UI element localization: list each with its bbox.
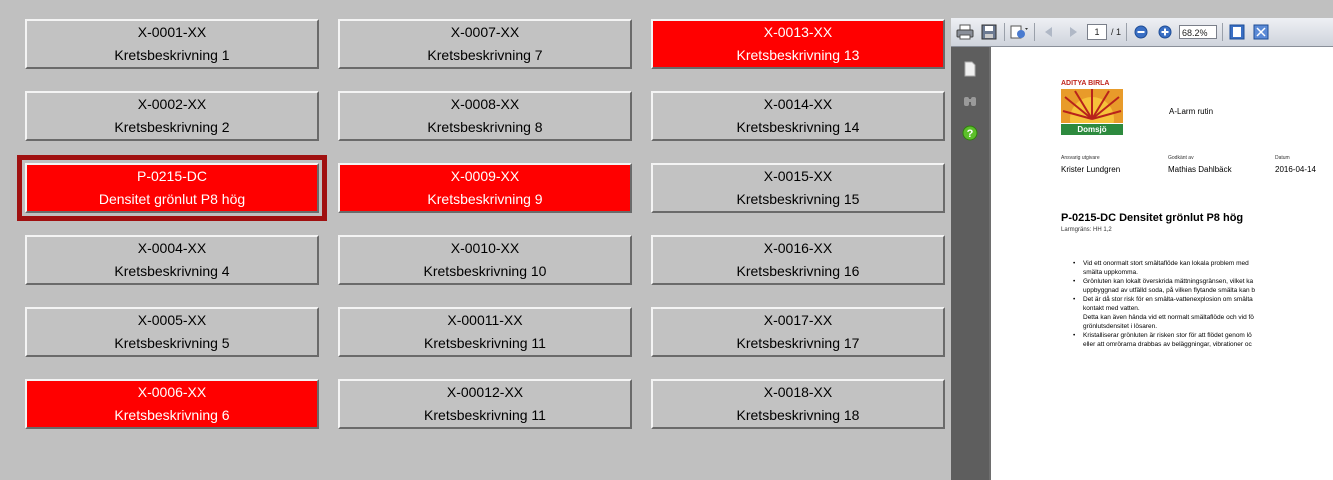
tile-description: Kretsbeskrivning 4 [114, 263, 230, 279]
tile-code: X-0014-XX [763, 96, 833, 112]
export-icon[interactable] [1009, 22, 1029, 42]
tile-description: Kretsbeskrivning 17 [736, 335, 860, 351]
tile-code: X-0008-XX [450, 96, 520, 112]
tile-description: Kretsbeskrivning 18 [736, 407, 860, 423]
tile-description: Kretsbeskrivning 16 [736, 263, 860, 279]
toolbar-separator [1126, 23, 1128, 41]
tile-code: X-0006-XX [137, 384, 207, 400]
tile-description: Kretsbeskrivning 13 [736, 47, 860, 63]
tile-code: X-0005-XX [137, 312, 207, 328]
tile-code: X-0017-XX [763, 312, 833, 328]
fit-page-icon[interactable] [1227, 22, 1247, 42]
tile-code: X-0007-XX [450, 24, 520, 40]
tile-description: Kretsbeskrivning 7 [427, 47, 543, 63]
zoom-in-icon[interactable] [1155, 22, 1175, 42]
alarm-tile-x00012[interactable]: X-00012-XX Kretsbeskrivning 11 [338, 379, 632, 429]
alarm-tile-x0013[interactable]: X-0013-XX Kretsbeskrivning 13 [651, 19, 945, 69]
approved-name: Mathias Dahlbäck [1168, 165, 1232, 174]
save-icon[interactable] [979, 22, 999, 42]
tile-code: X-0018-XX [763, 384, 833, 400]
alarm-tile-x0007[interactable]: X-0007-XX Kretsbeskrivning 7 [338, 19, 632, 69]
toolbar-separator [1034, 23, 1035, 41]
alarm-tile-x0001[interactable]: X-0001-XX Kretsbeskrivning 1 [25, 19, 319, 69]
alarm-tile-x0004[interactable]: X-0004-XX Kretsbeskrivning 4 [25, 235, 319, 285]
publisher-label: Ansvarig utgivare [1061, 155, 1100, 161]
tile-code: X-0016-XX [763, 240, 833, 256]
alarm-tile-x0018[interactable]: X-0018-XX Kretsbeskrivning 18 [651, 379, 945, 429]
tile-code: X-0013-XX [763, 24, 833, 40]
zoom-level-select[interactable]: 68.2% [1179, 25, 1218, 39]
prev-page-icon[interactable] [1039, 22, 1059, 42]
logo-bottom-text: Domsjö [1061, 124, 1123, 135]
alarm-limit: Larmgräns: HH 1,2 [1061, 227, 1112, 233]
date-label: Datum [1275, 155, 1290, 161]
pdf-toolbar: 1 / 1 68.2% [951, 18, 1333, 47]
print-icon[interactable] [955, 22, 975, 42]
company-logo: ADITYA BIRLA Domsjö [1061, 80, 1125, 136]
alarm-tile-x0015[interactable]: X-0015-XX Kretsbeskrivning 15 [651, 163, 945, 213]
tile-code: X-0009-XX [450, 168, 520, 184]
fullscreen-icon[interactable] [1251, 22, 1271, 42]
tile-description: Kretsbeskrivning 14 [736, 119, 860, 135]
tile-description: Densitet grönlut P8 hög [98, 191, 246, 207]
tile-code: X-0010-XX [450, 240, 520, 256]
logo-top-text: ADITYA BIRLA [1061, 80, 1110, 87]
approved-label: Godkänt av [1168, 155, 1194, 161]
publisher-name: Krister Lundgren [1061, 165, 1121, 174]
list-item: • Kristalliserar grönluten är risken sto… [1073, 332, 1252, 348]
tile-description: Kretsbeskrivning 5 [114, 335, 230, 351]
tile-code: X-0002-XX [137, 96, 207, 112]
navigation-panel: ? [951, 47, 989, 480]
tile-code: X-00011-XX [447, 312, 523, 328]
alarm-tile-x0010[interactable]: X-0010-XX Kretsbeskrivning 10 [338, 235, 632, 285]
alarm-description-list: • Vid ett onormalt stort smältaflöde kan… [1073, 259, 1255, 349]
list-item: • Det är då stor risk för en smälta-vatt… [1073, 296, 1254, 330]
pdf-viewer: 1 / 1 68.2% ? ADITYA BIRLA Domsjö A-Larm… [951, 18, 1333, 480]
document-date: 2016-04-14 [1275, 165, 1316, 174]
tile-description: Kretsbeskrivning 11 [424, 407, 546, 423]
tile-description: Kretsbeskrivning 11 [424, 335, 546, 351]
alarm-tile-x0016[interactable]: X-0016-XX Kretsbeskrivning 16 [651, 235, 945, 285]
list-item: • Grönluten kan lokalt överskrida mättni… [1073, 278, 1256, 294]
tile-description: Kretsbeskrivning 10 [423, 263, 547, 279]
help-icon[interactable]: ? [960, 123, 980, 143]
sunburst-icon [1061, 89, 1123, 123]
alarm-tile-x0008[interactable]: X-0008-XX Kretsbeskrivning 8 [338, 91, 632, 141]
alarm-tile-x0002[interactable]: X-0002-XX Kretsbeskrivning 2 [25, 91, 319, 141]
page-number-input[interactable]: 1 [1087, 24, 1107, 40]
tile-code: X-0015-XX [763, 168, 833, 184]
alarm-tile-x0017[interactable]: X-0017-XX Kretsbeskrivning 17 [651, 307, 945, 357]
zoom-out-icon[interactable] [1131, 22, 1151, 42]
alarm-tile-x0006[interactable]: X-0006-XX Kretsbeskrivning 6 [25, 379, 319, 429]
next-page-icon[interactable] [1063, 22, 1083, 42]
alarm-tile-x0014[interactable]: X-0014-XX Kretsbeskrivning 14 [651, 91, 945, 141]
tile-description: Kretsbeskrivning 9 [427, 191, 543, 207]
tile-description: Kretsbeskrivning 1 [114, 47, 230, 63]
tile-description: Kretsbeskrivning 15 [736, 191, 860, 207]
alarm-tile-x0009[interactable]: X-0009-XX Kretsbeskrivning 9 [338, 163, 632, 213]
toolbar-separator [1004, 23, 1005, 41]
tile-code: X-0004-XX [137, 240, 207, 256]
document-title: A-Larm rutin [1169, 107, 1214, 116]
search-icon[interactable] [960, 91, 980, 111]
tile-code: X-00012-XX [446, 384, 524, 400]
alarm-tile-x0005[interactable]: X-0005-XX Kretsbeskrivning 5 [25, 307, 319, 357]
tile-description: Kretsbeskrivning 8 [427, 119, 543, 135]
tile-code: X-0001-XX [137, 24, 207, 40]
alarm-tile-x00011[interactable]: X-00011-XX Kretsbeskrivning 11 [338, 307, 632, 357]
tile-code: P-0215-DC [136, 168, 208, 184]
svg-text:?: ? [967, 128, 974, 140]
alarm-heading: P-0215-DC Densitet grönlut P8 hög [1061, 212, 1244, 224]
pages-icon[interactable] [960, 59, 980, 79]
list-item: • Vid ett onormalt stort smältaflöde kan… [1073, 260, 1249, 276]
tile-description: Kretsbeskrivning 2 [114, 119, 230, 135]
page-count: / 1 [1111, 27, 1122, 37]
toolbar-separator [1222, 23, 1224, 41]
pdf-page: ADITYA BIRLA Domsjö A-Larm rutin Ansvari… [991, 47, 1333, 480]
tile-description: Kretsbeskrivning 6 [114, 407, 230, 423]
alarm-tile-p0215-selected[interactable]: P-0215-DC Densitet grönlut P8 hög [17, 155, 327, 221]
